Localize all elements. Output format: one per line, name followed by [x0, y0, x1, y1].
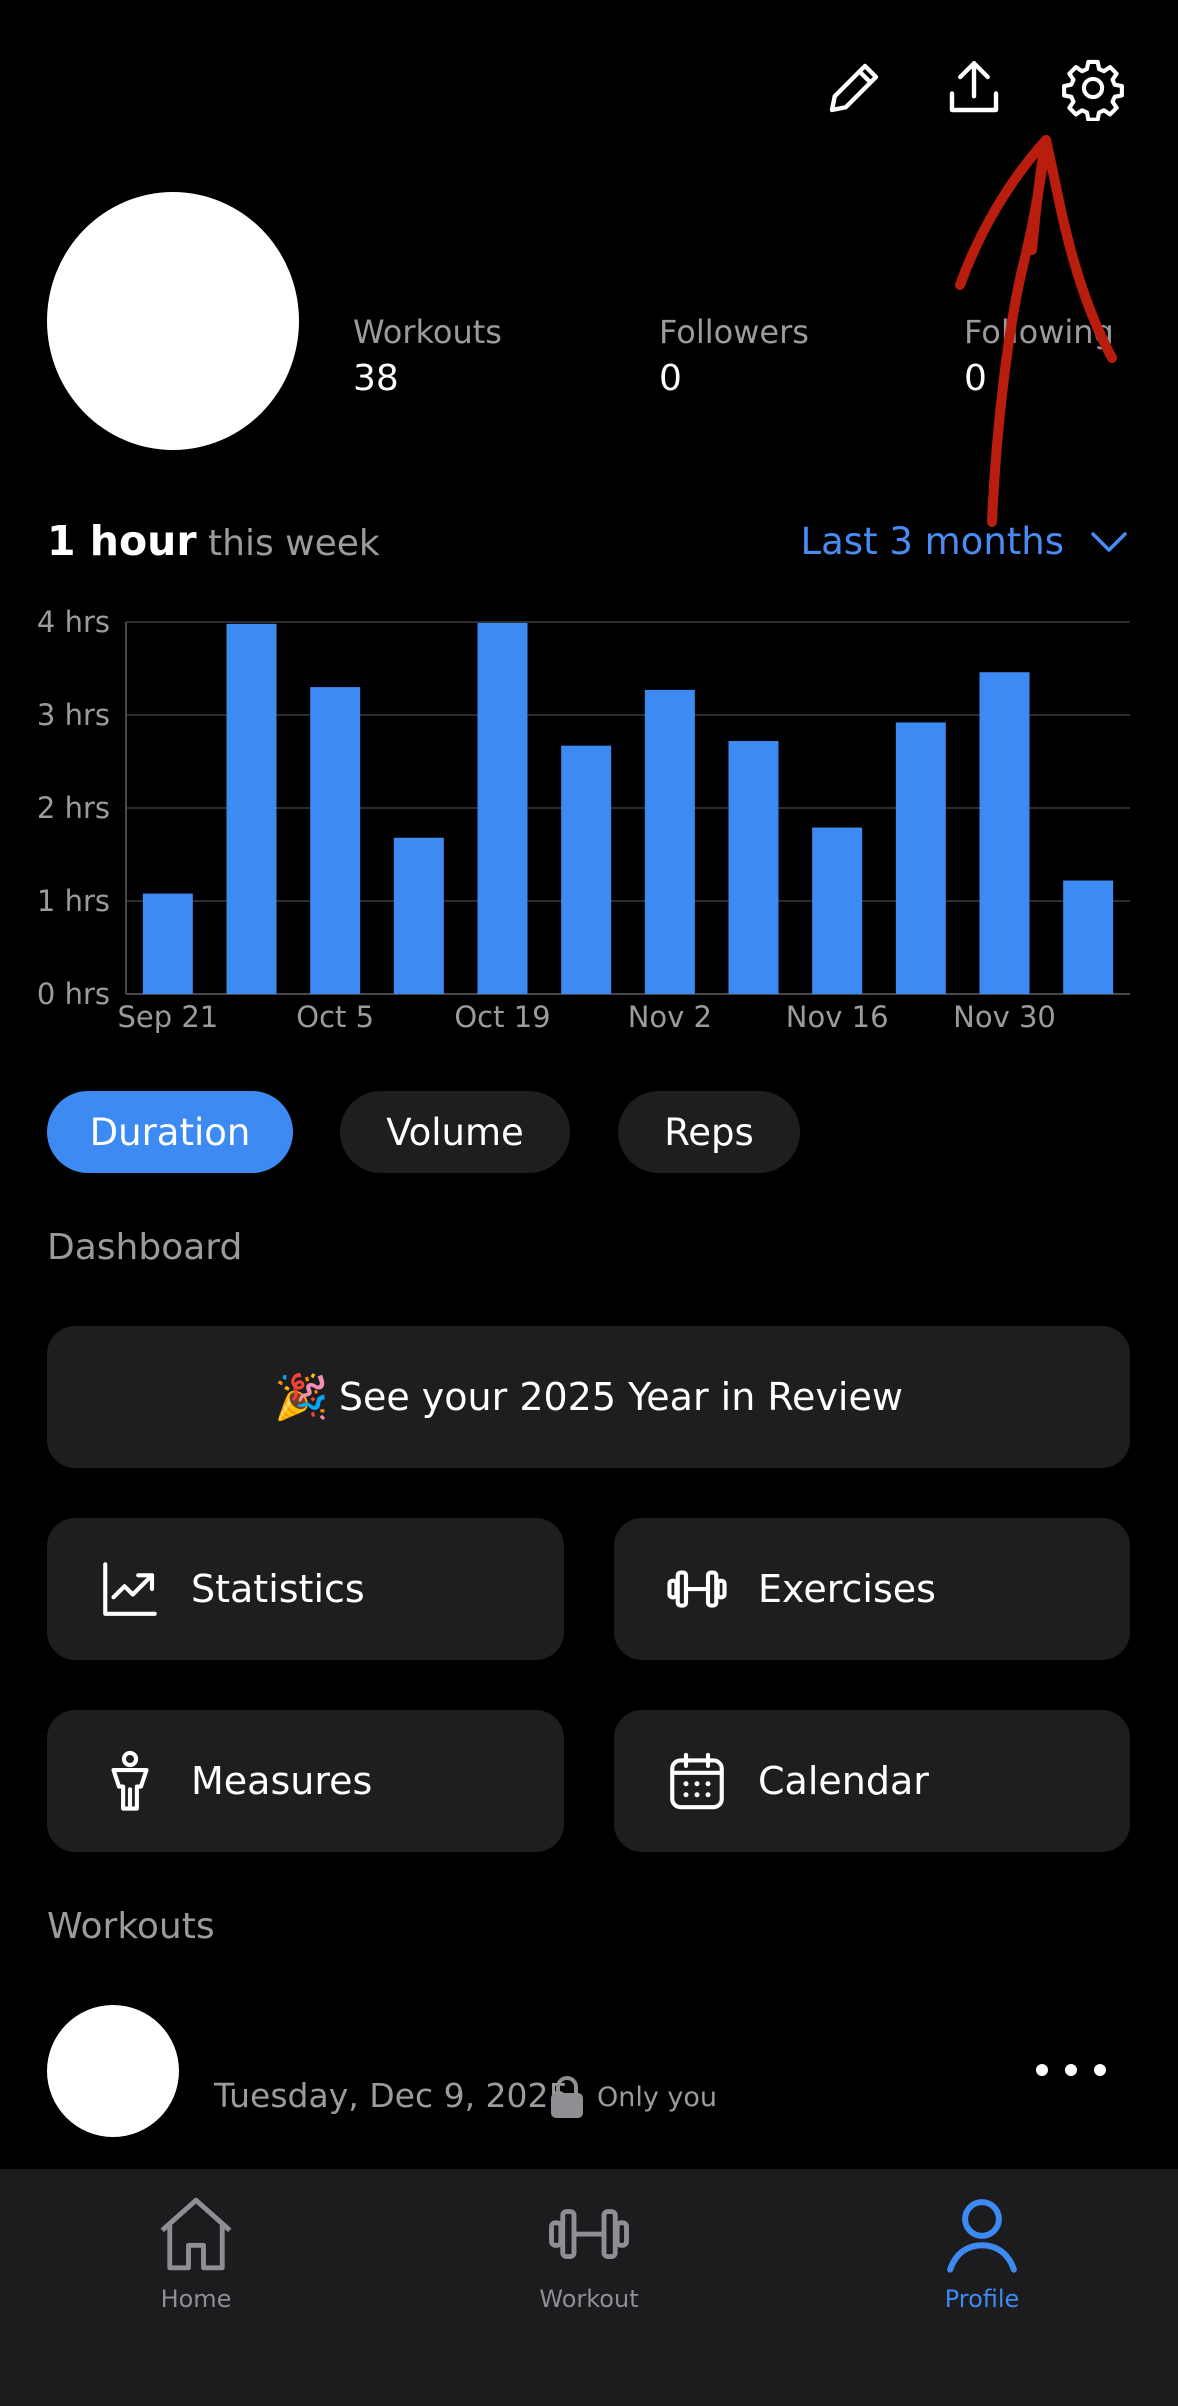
bottom-nav: Home Workout Profile [0, 2169, 1178, 2406]
chart-bar [979, 672, 1030, 994]
workouts-title: Workouts [47, 1906, 215, 1947]
chart-bar [812, 827, 863, 994]
chart-y-tick-label: 2 hrs [37, 791, 110, 825]
chart-y-tick-label: 0 hrs [37, 977, 110, 1011]
chevron-down-icon [1091, 532, 1127, 552]
nav-label: Home [160, 2285, 232, 2313]
edit-profile-button[interactable] [816, 50, 892, 126]
week-summary: 1 hour this week [47, 515, 380, 570]
chart-bar [310, 687, 361, 994]
workout-visibility: Only you [597, 2082, 718, 2113]
exercises-label: Exercises [758, 1567, 936, 1611]
duration-chart[interactable]: 0 hrs 1 hrs 2 hrs 3 hrs 4 hrs Sep 21 Oct 5 Oct … [0, 590, 1178, 1060]
chart-bar [142, 893, 193, 994]
tab-reps[interactable]: Reps [618, 1091, 800, 1173]
chart-bar [561, 745, 612, 994]
dumbbell-icon [549, 2209, 629, 2259]
week-suffix: this week [196, 523, 380, 564]
chart-y-tick-label: 1 hrs [37, 884, 110, 918]
home-icon [160, 2197, 232, 2271]
stat-workouts[interactable]: Workouts 38 [353, 312, 502, 402]
dashboard-title: Dashboard [47, 1227, 243, 1268]
lock-icon [551, 2076, 583, 2118]
week-hours: 1 hour [47, 517, 197, 565]
nav-label: Profile [944, 2285, 1020, 2313]
nav-profile[interactable]: Profile [882, 2189, 1082, 2313]
stat-value: 0 [964, 358, 987, 399]
measures-label: Measures [191, 1759, 373, 1803]
chart-bar [644, 689, 695, 994]
stat-value: 0 [659, 358, 682, 399]
nav-workout[interactable]: Workout [489, 2189, 689, 2313]
workout-avatar[interactable] [47, 2005, 179, 2137]
gear-icon [1062, 59, 1124, 121]
share-icon [949, 61, 999, 113]
stat-label: Workouts [353, 313, 502, 351]
tab-duration[interactable]: Duration [47, 1091, 293, 1173]
calendar-label: Calendar [758, 1759, 929, 1803]
chart-bar [393, 837, 444, 994]
stat-following[interactable]: Following 0 [964, 312, 1114, 402]
chart-x-tick-label: Oct 19 [454, 1000, 550, 1034]
chart-bar [226, 623, 277, 994]
party-popper-icon: 🎉 [274, 1372, 329, 1423]
chart-x-tick-label: Nov 30 [953, 1000, 1056, 1034]
share-button[interactable] [936, 50, 1012, 126]
chart-x-tick-label: Oct 5 [296, 1000, 374, 1034]
chart-bar [895, 722, 946, 994]
statistics-label: Statistics [191, 1567, 365, 1611]
chart-bar [728, 741, 779, 994]
stat-followers[interactable]: Followers 0 [659, 312, 809, 402]
chart-y-tick-label: 3 hrs [37, 698, 110, 732]
chart-bar [477, 622, 528, 994]
measures-button[interactable]: Measures [47, 1710, 564, 1852]
chart-x-tick-label: Nov 16 [786, 1000, 889, 1034]
calendar-button[interactable]: Calendar [614, 1710, 1130, 1852]
stat-label: Following [964, 313, 1114, 351]
chart-y-tick-label: 4 hrs [37, 605, 110, 639]
range-dropdown[interactable]: Last 3 months [801, 518, 1129, 566]
settings-button[interactable] [1055, 50, 1131, 126]
pencil-icon [829, 63, 879, 113]
year-in-review-label: See your 2025 Year in Review [338, 1375, 903, 1419]
profile-icon [947, 2199, 1017, 2273]
more-options-button[interactable] [1036, 2050, 1106, 2090]
profile-avatar[interactable] [47, 192, 299, 450]
nav-home[interactable]: Home [96, 2189, 296, 2313]
range-label: Last 3 months [800, 520, 1065, 563]
dumbbell-icon [667, 1570, 727, 1608]
nav-label: Workout [539, 2285, 639, 2313]
chart-x-tick-label: Nov 2 [628, 1000, 712, 1034]
stat-value: 38 [353, 358, 399, 399]
chart-icon [103, 1562, 157, 1616]
calendar-icon [670, 1752, 724, 1810]
statistics-button[interactable]: Statistics [47, 1518, 564, 1660]
person-icon [111, 1750, 149, 1811]
workout-date: Tuesday, Dec 9, 2025 [214, 2076, 570, 2115]
tab-volume[interactable]: Volume [340, 1091, 570, 1173]
chart-x-tick-label: Sep 21 [117, 1000, 218, 1034]
exercises-button[interactable]: Exercises [614, 1518, 1130, 1660]
stat-label: Followers [659, 313, 809, 351]
year-in-review-button[interactable]: 🎉 See your 2025 Year in Review [47, 1326, 1130, 1468]
chart-bar [1063, 880, 1114, 994]
